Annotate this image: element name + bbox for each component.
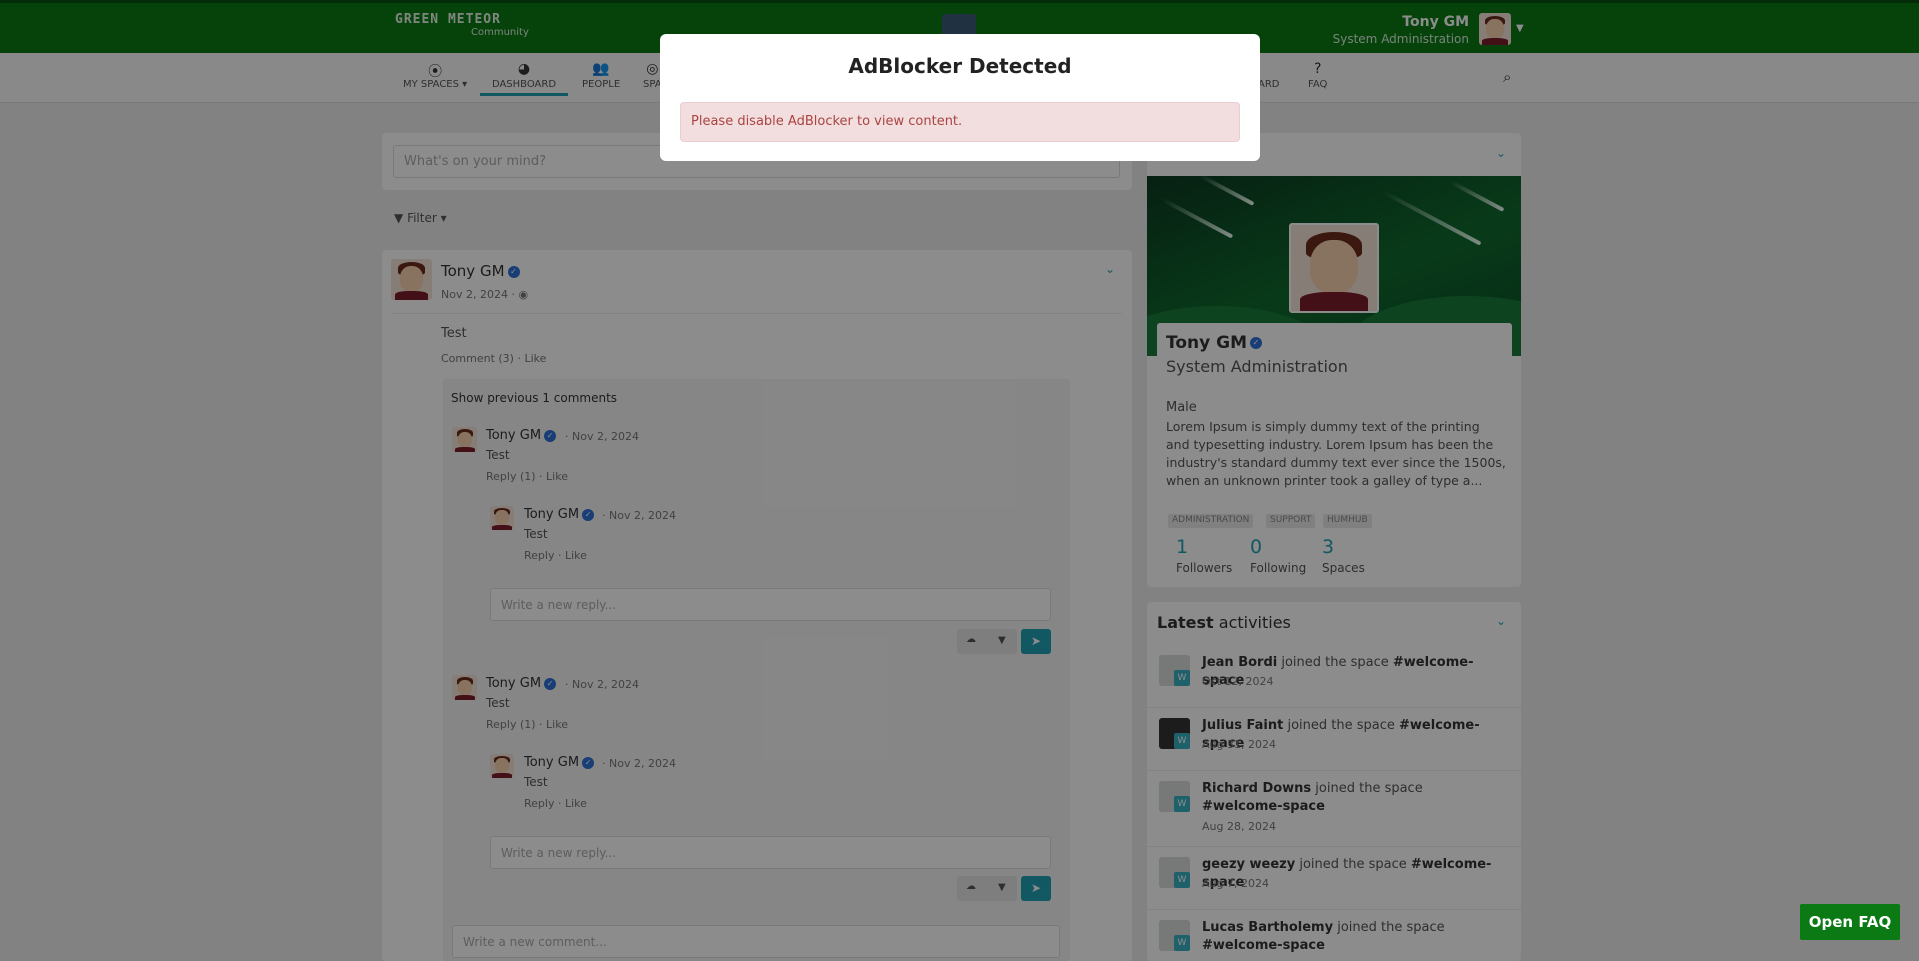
modal-alert: Please disable AdBlocker to view content… — [680, 102, 1240, 142]
modal-title: AdBlocker Detected — [848, 54, 1072, 78]
adblocker-modal: AdBlocker Detected Please disable AdBloc… — [660, 34, 1260, 161]
open-faq-button[interactable]: Open FAQ — [1800, 904, 1900, 940]
